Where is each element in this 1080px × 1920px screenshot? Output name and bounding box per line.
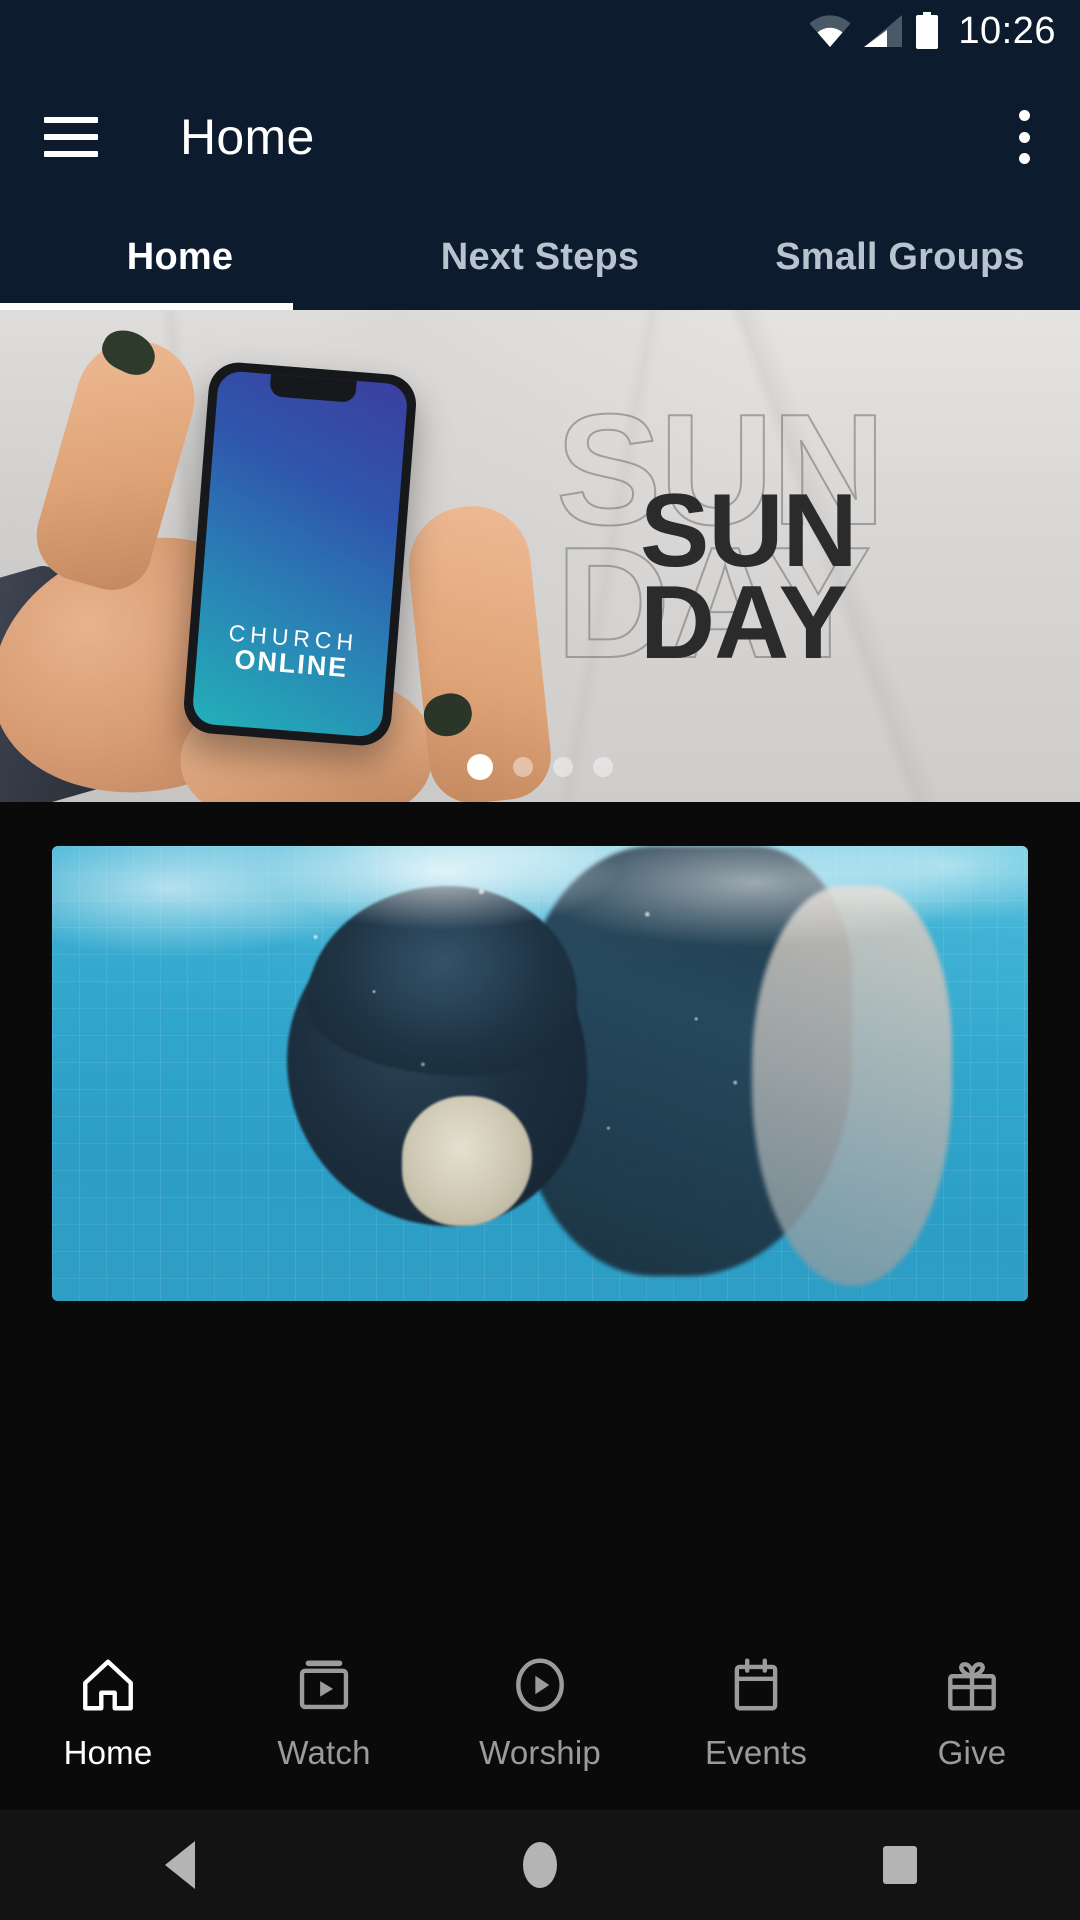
bottom-nav-item-events[interactable]: Events — [648, 1654, 864, 1772]
tab-small-groups[interactable]: Small Groups — [720, 212, 1080, 310]
play-circle-icon — [509, 1654, 571, 1716]
bottom-nav-label-watch: Watch — [277, 1734, 371, 1771]
hero-hand-holding-phone: CHURCH ONLINE — [0, 310, 660, 802]
gift-icon — [941, 1654, 1003, 1716]
feed-card-underwater[interactable] — [52, 846, 1028, 1301]
tab-next-steps[interactable]: Next Steps — [360, 212, 720, 310]
bottom-nav-label-events: Events — [704, 1734, 808, 1771]
carousel-dot-3[interactable] — [553, 757, 573, 777]
bottom-nav-item-watch[interactable]: Watch — [216, 1654, 432, 1772]
status-bar: 10:26 — [0, 0, 1080, 62]
overflow-menu-icon[interactable] — [1018, 110, 1030, 164]
android-system-nav — [0, 1810, 1080, 1920]
carousel-dot-2[interactable] — [513, 757, 533, 777]
bottom-navigation: Home Watch Worship Events Give — [0, 1630, 1080, 1810]
app-root: 10:26 Home Home Next Steps Small Groups … — [0, 0, 1080, 1920]
phone-mockup: CHURCH ONLINE — [181, 360, 419, 748]
phone-screen: CHURCH ONLINE — [191, 370, 409, 738]
bottom-nav-label-home: Home — [63, 1734, 153, 1771]
battery-icon — [916, 12, 939, 49]
phone-screen-label: CHURCH ONLINE — [195, 618, 389, 686]
tab-bar: Home Next Steps Small Groups — [0, 212, 1080, 310]
home-circle-icon[interactable] — [480, 1835, 600, 1895]
hamburger-menu-icon[interactable] — [44, 117, 98, 157]
bottom-nav-item-give[interactable]: Give — [864, 1654, 1080, 1772]
page-title: Home — [180, 109, 315, 165]
recents-square-icon[interactable] — [840, 1835, 960, 1895]
content-feed — [0, 802, 1080, 1630]
status-bar-clock: 10:26 — [958, 10, 1056, 52]
app-bar: Home — [0, 62, 1080, 212]
wifi-icon — [809, 15, 851, 48]
tab-active-indicator — [0, 303, 293, 310]
back-triangle-icon[interactable] — [120, 1835, 240, 1895]
video-box-icon — [293, 1654, 355, 1716]
carousel-dots — [0, 754, 1080, 780]
phone-notch — [269, 374, 357, 403]
hero-carousel[interactable]: SUN DAY SUN DAY CHURCH ONLINE — [0, 310, 1080, 802]
tab-home[interactable]: Home — [0, 212, 360, 310]
carousel-dot-4[interactable] — [593, 757, 613, 777]
home-icon — [77, 1654, 139, 1716]
calendar-icon — [725, 1654, 787, 1716]
bottom-nav-label-worship: Worship — [479, 1734, 601, 1771]
poster-solid-text: SUN DAY — [640, 473, 858, 681]
bottom-nav-item-home[interactable]: Home — [0, 1654, 216, 1772]
bottom-nav-item-worship[interactable]: Worship — [432, 1654, 648, 1772]
bottom-nav-label-give: Give — [937, 1734, 1007, 1771]
carousel-dot-1[interactable] — [467, 754, 493, 780]
air-bubbles — [52, 846, 1028, 1301]
cellular-signal-icon — [864, 15, 903, 47]
